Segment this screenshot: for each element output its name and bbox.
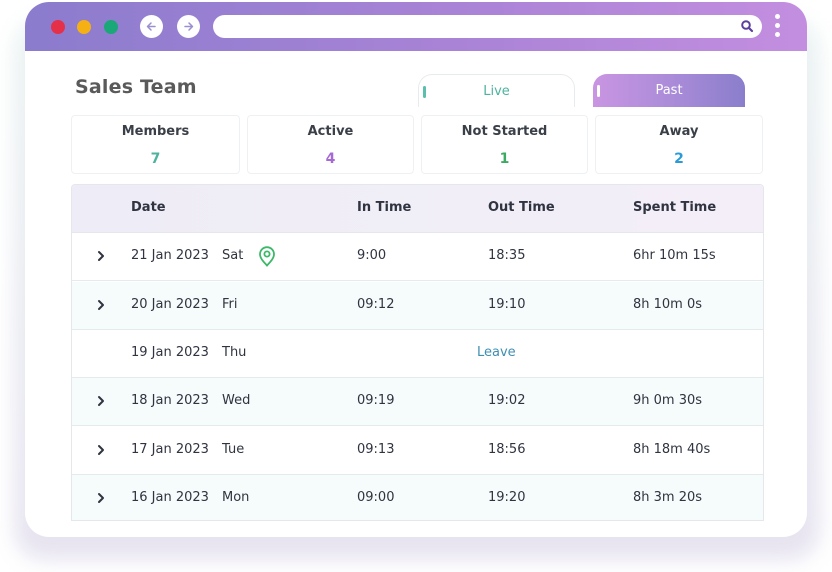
row-out-time: 19:10: [488, 297, 526, 312]
row-date: 21 Jan 2023: [131, 248, 209, 263]
row-out-time: 18:35: [488, 248, 526, 263]
location-pin-icon[interactable]: [258, 245, 276, 267]
stat-label: Not Started: [461, 124, 548, 139]
row-out-time: 19:02: [488, 393, 526, 408]
leave-status: Leave: [477, 345, 516, 360]
row-spent-time: 9h 0m 30s: [633, 393, 703, 408]
row-spent-time: 8h 18m 40s: [633, 442, 711, 457]
row-spent-time: 8h 10m 0s: [633, 297, 703, 312]
stat-value: 1: [499, 151, 510, 167]
row-out-time: 19:20: [488, 490, 526, 505]
row-day: Wed: [222, 393, 251, 408]
stat-card-active: Active 4: [247, 115, 414, 174]
row-spent-time: 8h 3m 20s: [633, 490, 703, 505]
back-button[interactable]: [140, 15, 163, 38]
chevron-right-icon[interactable]: [95, 296, 107, 314]
tab-indicator: [597, 85, 600, 97]
row-in-time: 09:19: [357, 393, 395, 408]
stat-label: Away: [659, 124, 699, 139]
row-day: Mon: [222, 490, 250, 505]
maximize-window-button[interactable]: [104, 20, 118, 34]
row-in-time: 09:13: [357, 442, 395, 457]
arrow-left-icon: [146, 22, 156, 31]
column-header-date[interactable]: Date: [131, 200, 166, 215]
minimize-window-button[interactable]: [77, 20, 91, 34]
table-row[interactable]: 20 Jan 2023 Fri 09:12 19:10 8h 10m 0s: [72, 282, 763, 330]
table-row[interactable]: 17 Jan 2023 Tue 09:13 18:56 8h 18m 40s: [72, 427, 763, 475]
row-out-time: 18:56: [488, 442, 526, 457]
column-header-in-time[interactable]: In Time: [357, 200, 411, 215]
row-date: 19 Jan 2023: [131, 345, 209, 360]
row-in-time: 09:12: [357, 297, 395, 312]
table-row: 19 Jan 2023 Thu Leave: [72, 330, 763, 378]
tab-indicator: [423, 86, 426, 98]
row-date: 17 Jan 2023: [131, 442, 209, 457]
row-in-time: 9:00: [357, 248, 387, 263]
row-date: 18 Jan 2023: [131, 393, 209, 408]
tab-live[interactable]: Live: [418, 74, 575, 107]
stat-card-members: Members 7: [71, 115, 240, 174]
tab-past[interactable]: Past: [593, 74, 745, 107]
page-title: Sales Team: [75, 76, 197, 98]
table-row[interactable]: 16 Jan 2023 Mon 09:00 19:20 8h 3m 20s: [72, 475, 763, 520]
chevron-right-icon[interactable]: [95, 247, 107, 265]
forward-button[interactable]: [177, 15, 200, 38]
row-day: Fri: [222, 297, 238, 312]
browser-window: Sales Team Live Past Members 7 Active 4 …: [25, 2, 807, 537]
tab-past-label: Past: [655, 83, 683, 98]
table-row[interactable]: 21 Jan 2023 Sat 9:00 18:35 6hr 10m 15s: [72, 233, 763, 281]
row-spent-time: 6hr 10m 15s: [633, 248, 716, 263]
row-day: Tue: [222, 442, 245, 457]
column-header-out-time[interactable]: Out Time: [488, 200, 555, 215]
stat-value: 2: [674, 151, 684, 167]
tab-live-label: Live: [483, 84, 510, 99]
table-row[interactable]: 18 Jan 2023 Wed 09:19 19:02 9h 0m 30s: [72, 378, 763, 426]
stat-card-away: Away 2: [595, 115, 763, 174]
row-date: 20 Jan 2023: [131, 297, 209, 312]
chevron-right-icon[interactable]: [95, 489, 107, 507]
arrow-right-icon: [184, 22, 194, 31]
chevron-right-icon[interactable]: [95, 441, 107, 459]
browser-titlebar: [25, 2, 807, 51]
column-header-spent-time[interactable]: Spent Time: [633, 200, 716, 215]
stat-card-not-started: Not Started 1: [421, 115, 588, 174]
search-icon[interactable]: [740, 19, 754, 33]
stat-label: Members: [121, 124, 190, 139]
row-date: 16 Jan 2023: [131, 490, 209, 505]
row-in-time: 09:00: [357, 490, 395, 505]
row-day: Thu: [222, 345, 247, 360]
table-header: Date In Time Out Time Spent Time: [72, 185, 763, 233]
close-window-button[interactable]: [51, 20, 65, 34]
kebab-menu-icon[interactable]: [773, 14, 781, 40]
row-day: Sat: [222, 248, 244, 263]
stat-value: 4: [325, 151, 336, 167]
url-bar[interactable]: [213, 15, 762, 38]
attendance-table: Date In Time Out Time Spent Time 21 Jan …: [71, 184, 764, 521]
stat-label: Active: [307, 124, 354, 139]
stat-value: 7: [150, 151, 161, 167]
chevron-right-icon[interactable]: [95, 392, 107, 410]
